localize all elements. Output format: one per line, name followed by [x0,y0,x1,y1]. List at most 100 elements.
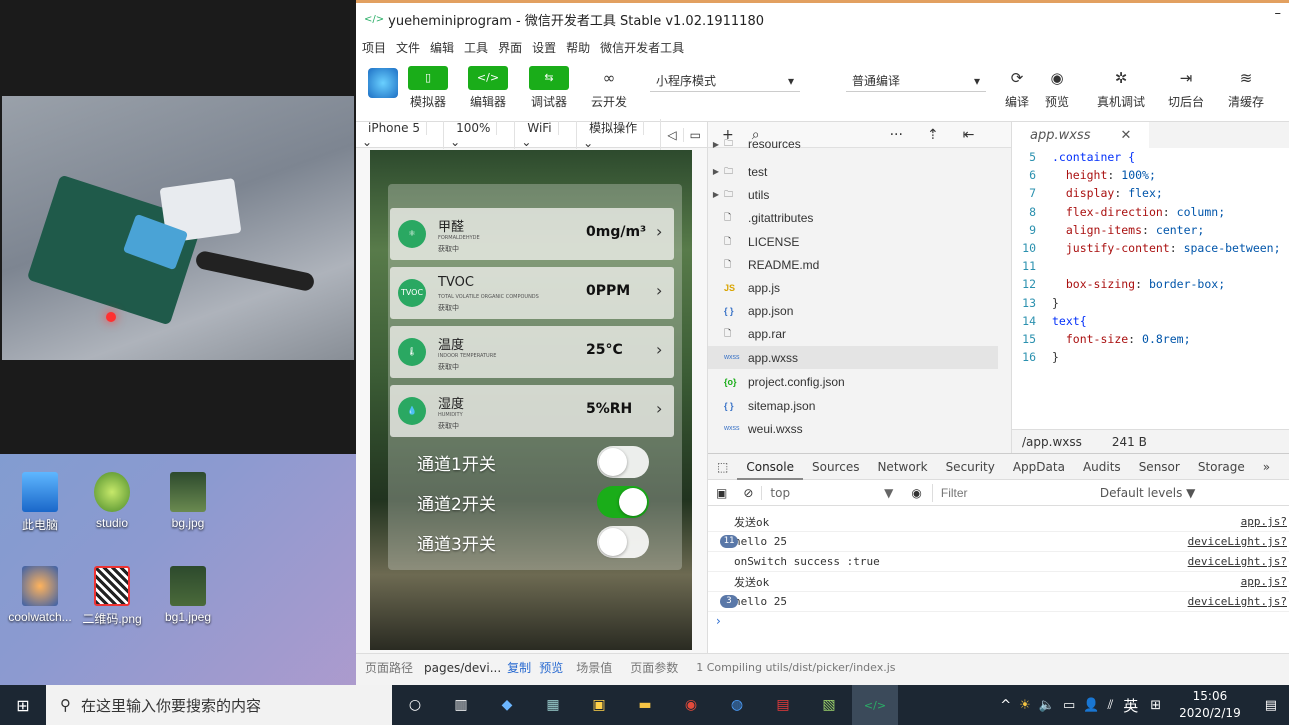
app-icon-5[interactable]: ▧ [806,685,852,725]
code-line[interactable]: 16} [1012,350,1059,368]
folder-resources[interactable]: ▶ 🗀 resources [708,138,998,150]
start-button[interactable]: ⊞ [0,685,46,725]
window-icon[interactable]: ▭ [684,128,707,142]
file-app-json[interactable]: { } app.json [708,299,998,322]
code-line[interactable]: 9 align-items: center; [1012,223,1204,241]
code-line[interactable]: 11 [1012,259,1052,277]
folder-utils[interactable]: ▶ 🗀 utils [708,183,998,206]
debugger-button[interactable]: ⇆ 调试器 [529,66,569,110]
editor-button[interactable]: </> 编辑器 [468,66,508,110]
device-select[interactable]: iPhone 5 ⌄ [356,120,445,149]
zoom-select[interactable]: 100% ⌄ [444,120,516,149]
source-link[interactable]: app.js? [1241,515,1289,528]
tab-audits[interactable]: Audits [1074,460,1130,474]
chrome-icon[interactable]: ◉ [668,685,714,725]
folder-test[interactable]: ▶ 🗀 test [708,160,998,183]
console-prompt-icon[interactable]: › [716,614,721,628]
chevron-up-icon[interactable]: ^ [996,698,1015,713]
app-icon-4[interactable]: ▤ [760,685,806,725]
taskbar-search[interactable]: ⚲ 在这里输入你要搜索的内容 [46,685,392,725]
inspect-icon[interactable]: ⬚ [708,460,737,474]
code-line[interactable]: 5 .container { [1012,150,1135,168]
notification-icon[interactable]: ▤ [1253,698,1289,713]
speaker-icon[interactable]: 🔈 [1035,698,1059,713]
code-line[interactable]: 10 justify-content: space-between; [1012,241,1280,259]
file-sitemap-json[interactable]: { } sitemap.json [708,394,998,417]
menu-edit[interactable]: 编辑 [430,39,454,56]
source-link[interactable]: app.js? [1241,575,1289,588]
wechat-devtools-taskbar-icon[interactable]: </> [852,685,898,725]
sidebar-toggle-icon[interactable]: ▣ [708,486,735,500]
source-link[interactable]: deviceLight.js? [1188,555,1289,568]
desktop-icon-qrcode[interactable]: 二维码.png [72,566,152,627]
file-license[interactable]: 🗋 LICENSE [708,230,998,253]
menu-view[interactable]: 界面 [498,39,522,56]
menu-file[interactable]: 文件 [396,39,420,56]
tab-network[interactable]: Network [868,460,936,474]
tab-sensor[interactable]: Sensor [1130,460,1189,474]
page-params-button[interactable]: 页面参数 [621,659,687,676]
task-view-icon[interactable]: ▥ [438,685,484,725]
app-icon-1[interactable]: ◆ [484,685,530,725]
compile-mode-select[interactable]: 普通编译 ▾ [846,70,986,92]
channel-3-toggle[interactable] [597,526,649,558]
more-tabs-icon[interactable]: » [1254,460,1279,474]
file-gitattributes[interactable]: 🗋 .gitattributes [708,206,998,229]
desktop-icon-studio[interactable]: studio [72,472,152,530]
app-icon-3[interactable]: ◍ [714,685,760,725]
code-line[interactable]: 8 flex-direction: column; [1012,205,1225,223]
sensor-row-tvoc[interactable]: TVOC TVOC TOTAL VOLATILE ORGANIC COMPOUN… [390,267,674,319]
desktop-icon-bg1-jpeg[interactable]: bg1.jpeg [148,566,228,624]
tab-security[interactable]: Security [937,460,1004,474]
file-explorer-icon[interactable]: ▬ [622,685,668,725]
menu-help[interactable]: 帮助 [566,39,590,56]
code-line[interactable]: 15 font-size: 0.8rem; [1012,332,1190,350]
file-app-rar[interactable]: 🗋 app.rar [708,322,998,345]
remote-debug-button[interactable]: ✲ 真机调试 [1091,66,1151,110]
clear-console-icon[interactable]: ⊘ [735,486,761,500]
sensor-row-formaldehyde[interactable]: ⚛ 甲醛 FORMALDEHYDE 获取中 0mg/m³ › [390,208,674,260]
eye-icon[interactable]: ◉ [901,486,931,500]
code-line[interactable]: 14 text{ [1012,314,1086,332]
source-link[interactable]: deviceLight.js? [1188,535,1289,548]
desktop-icon-bg-jpg[interactable]: bg.jpg [148,472,228,530]
minimize-button[interactable]: – [1275,6,1282,21]
tab-appdata[interactable]: AppData [1004,460,1074,474]
file-app-wxss[interactable]: wxss app.wxss [708,346,998,369]
operation-select[interactable]: 模拟操作 ⌄ [577,119,662,150]
tab-console[interactable]: Console [737,454,803,480]
menu-settings[interactable]: 设置 [532,39,556,56]
calculator-icon[interactable]: ▦ [530,685,576,725]
code-line[interactable]: 13} [1012,296,1059,314]
close-icon[interactable]: ✕ [1120,128,1131,143]
file-weui-wxss[interactable]: wxss weui.wxss [708,417,998,440]
battery-icon[interactable]: ▭ [1059,698,1079,713]
ime-indicator[interactable]: 英 [1117,695,1144,716]
network-icon[interactable]: ⫽ [1103,698,1117,713]
tab-storage[interactable]: Storage [1189,460,1254,474]
keyboard-icon[interactable]: ⊞ [1144,698,1167,713]
compile-button[interactable]: ⟳ 编译 [1001,66,1033,110]
menu-devtools[interactable]: 微信开发者工具 [600,39,684,56]
menu-project[interactable]: 项目 [362,39,386,56]
tab-app-wxss[interactable]: app.wxss ✕ [1012,122,1150,148]
preview-button[interactable]: ◉ 预览 [1041,66,1073,110]
sensor-row-temperature[interactable]: 🌡 温度 INDOOR TEMPERATURE 获取中 25°C › [390,326,674,378]
avatar[interactable] [368,68,398,98]
clear-cache-button[interactable]: ≋ 清缓存 [1224,66,1268,110]
volume-icon[interactable]: ◁ [661,127,684,142]
desktop-icon-coolwatch[interactable]: coolwatch... [0,566,80,624]
channel-2-toggle[interactable] [597,486,649,518]
clock[interactable]: 15:06 2020/2/19 [1167,688,1253,722]
log-levels-select[interactable]: Default levels ▼ [1092,486,1196,500]
simulator-button[interactable]: ▯ 模拟器 [408,66,448,110]
sensor-row-humidity[interactable]: 💧 湿度 HUMIDITY 获取中 5%RH › [390,385,674,437]
copy-path-link[interactable]: 复制 [503,659,535,676]
tab-sources[interactable]: Sources [803,460,868,474]
file-app-js[interactable]: JS app.js [708,276,998,299]
file-project-config[interactable]: {o} project.config.json [708,370,998,393]
source-link[interactable]: deviceLight.js? [1188,595,1289,608]
cloud-dev-button[interactable]: ∞ 云开发 [589,66,629,110]
code-line[interactable]: 6 height: 100%; [1012,168,1156,186]
background-button[interactable]: ⇥ 切后台 [1164,66,1208,110]
